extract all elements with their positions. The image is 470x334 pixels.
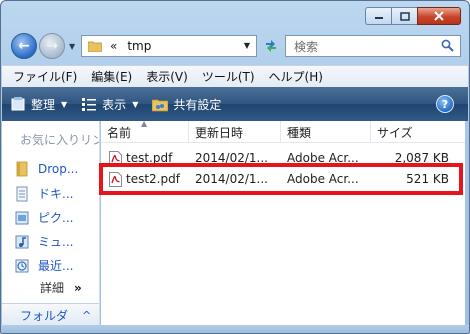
nav-item-label: 最近... [38,259,74,273]
minimize-button[interactable] [365,7,391,25]
folders-label: フォルダ [20,309,69,323]
forward-arrow-icon: → [46,38,58,54]
menu-bar: ファイル(F) 編集(E) 表示(V) ツール(T) ヘルプ(H) [2,65,468,87]
address-bar[interactable]: « tmp ▼ [81,35,257,57]
share-label: 共有設定 [173,97,222,112]
sort-ascending-icon: ▲ [141,119,148,128]
double-chevron-icon: » [74,281,82,295]
view-icon [82,98,97,111]
refresh-icon [266,40,276,52]
file-row[interactable]: test.pdf 2014/02/1... Adobe Acr... 2,087… [101,147,465,169]
organize-button[interactable]: 整理 ▼ [10,96,67,113]
nav-item-label: ピク... [38,211,74,225]
column-header-date[interactable]: 更新日時 [189,121,281,143]
music-icon [15,235,29,248]
search-placeholder: 検索 [294,39,319,54]
search-input[interactable]: 検索 [285,35,461,57]
file-date: 2014/02/1... [195,151,268,165]
address-path[interactable]: tmp [127,39,151,53]
command-toolbar: 整理 ▼ 表示 ▼ 共有設定 ? [2,87,468,121]
help-icon[interactable]: ? [436,95,454,113]
organize-label: 整理 [31,97,56,112]
nav-item-recent[interactable]: 最近... [14,257,73,274]
breadcrumb-overflow[interactable]: « [110,39,117,53]
file-row[interactable]: test2.pdf 2014/02/1... Adobe Acr... 521 … [101,168,465,190]
recent-icon [15,259,29,272]
menu-help[interactable]: ヘルプ(H) [262,68,330,85]
menu-file[interactable]: ファイル(F) [6,68,84,85]
nav-item-label: Drop... [38,162,79,176]
close-icon [434,11,444,21]
file-type: Adobe Acr... [287,151,359,165]
window-caption-buttons [365,7,461,25]
column-header-row: ▲ 名前 更新日時 種類 サイズ [101,119,465,143]
file-name: test.pdf [126,151,173,165]
folders-toggle[interactable]: フォルダ ^ [2,303,99,327]
file-name-cell: test.pdf [101,150,189,166]
more-links-button[interactable]: 詳細 » [40,279,82,296]
menu-tools[interactable]: ツール(T) [195,68,262,85]
nav-item-documents[interactable]: ドキ... [14,185,73,202]
minimize-icon [374,17,383,19]
folder-icon [88,41,102,52]
recent-pages-dropdown[interactable]: ▼ [69,42,75,51]
maximize-button[interactable] [391,7,417,25]
column-header-label: 更新日時 [195,125,244,140]
file-type: Adobe Acr... [287,172,359,186]
address-dropdown-icon[interactable]: ▼ [244,41,250,50]
chevron-up-icon: ^ [82,309,92,322]
menu-view[interactable]: 表示(V) [139,68,195,85]
explorer-window: ← → ▼ « tmp ▼ 検索 ファイル(F) 編集(E) 表示(V) ツール… [0,0,470,334]
organize-dropdown-icon: ▼ [61,99,68,109]
share-folder-icon [152,99,169,112]
column-header-name[interactable]: ▲ 名前 [101,119,189,143]
file-size: 2,087 KB [394,151,449,165]
navigation-pane: お気に入りリン Drop... ドキ... ピク... ミュ... 最近... … [2,121,100,327]
nav-item-label: ドキ... [38,187,74,201]
share-button[interactable]: 共有設定 [152,96,221,113]
column-header-label: サイズ [377,125,413,140]
nav-item-pictures[interactable]: ピク... [14,209,73,226]
file-name: test2.pdf [126,172,180,186]
address-row: ← → ▼ « tmp ▼ 検索 [9,33,461,61]
pictures-icon [15,211,29,224]
file-date: 2014/02/1... [195,172,268,186]
file-name-cell: test2.pdf [101,171,189,187]
nav-item-label: ミュ... [38,235,74,249]
maximize-icon [399,11,410,21]
column-header-label: 名前 [107,125,132,140]
pdf-file-icon [109,150,122,166]
close-button[interactable] [417,7,461,25]
organize-icon [11,97,25,111]
back-arrow-icon: ← [18,38,30,54]
refresh-button[interactable] [261,35,281,57]
view-dropdown-icon: ▼ [132,99,139,109]
pdf-file-icon [109,171,122,187]
menu-edit[interactable]: 編集(E) [84,68,139,85]
nav-item-dropbox[interactable]: Drop... [14,161,78,177]
more-links-label: 詳細 [40,281,65,295]
folder-icon [16,161,28,177]
file-size: 521 KB [406,172,449,186]
column-header-label: 種類 [287,125,312,140]
view-button[interactable]: 表示 ▼ [81,96,138,113]
search-icon[interactable] [441,39,454,52]
view-label: 表示 [102,97,127,112]
documents-icon [16,186,28,201]
column-header-size[interactable]: サイズ [371,121,465,143]
forward-button[interactable]: → [39,33,65,59]
favorite-links-header: お気に入りリン [20,133,100,147]
window-bottom-frame [1,325,469,333]
back-button[interactable]: ← [11,33,37,59]
nav-item-music[interactable]: ミュ... [14,233,73,250]
column-header-type[interactable]: 種類 [281,121,371,143]
file-list: ▲ 名前 更新日時 種類 サイズ test.pdf 2014/02/1... A… [101,119,465,327]
